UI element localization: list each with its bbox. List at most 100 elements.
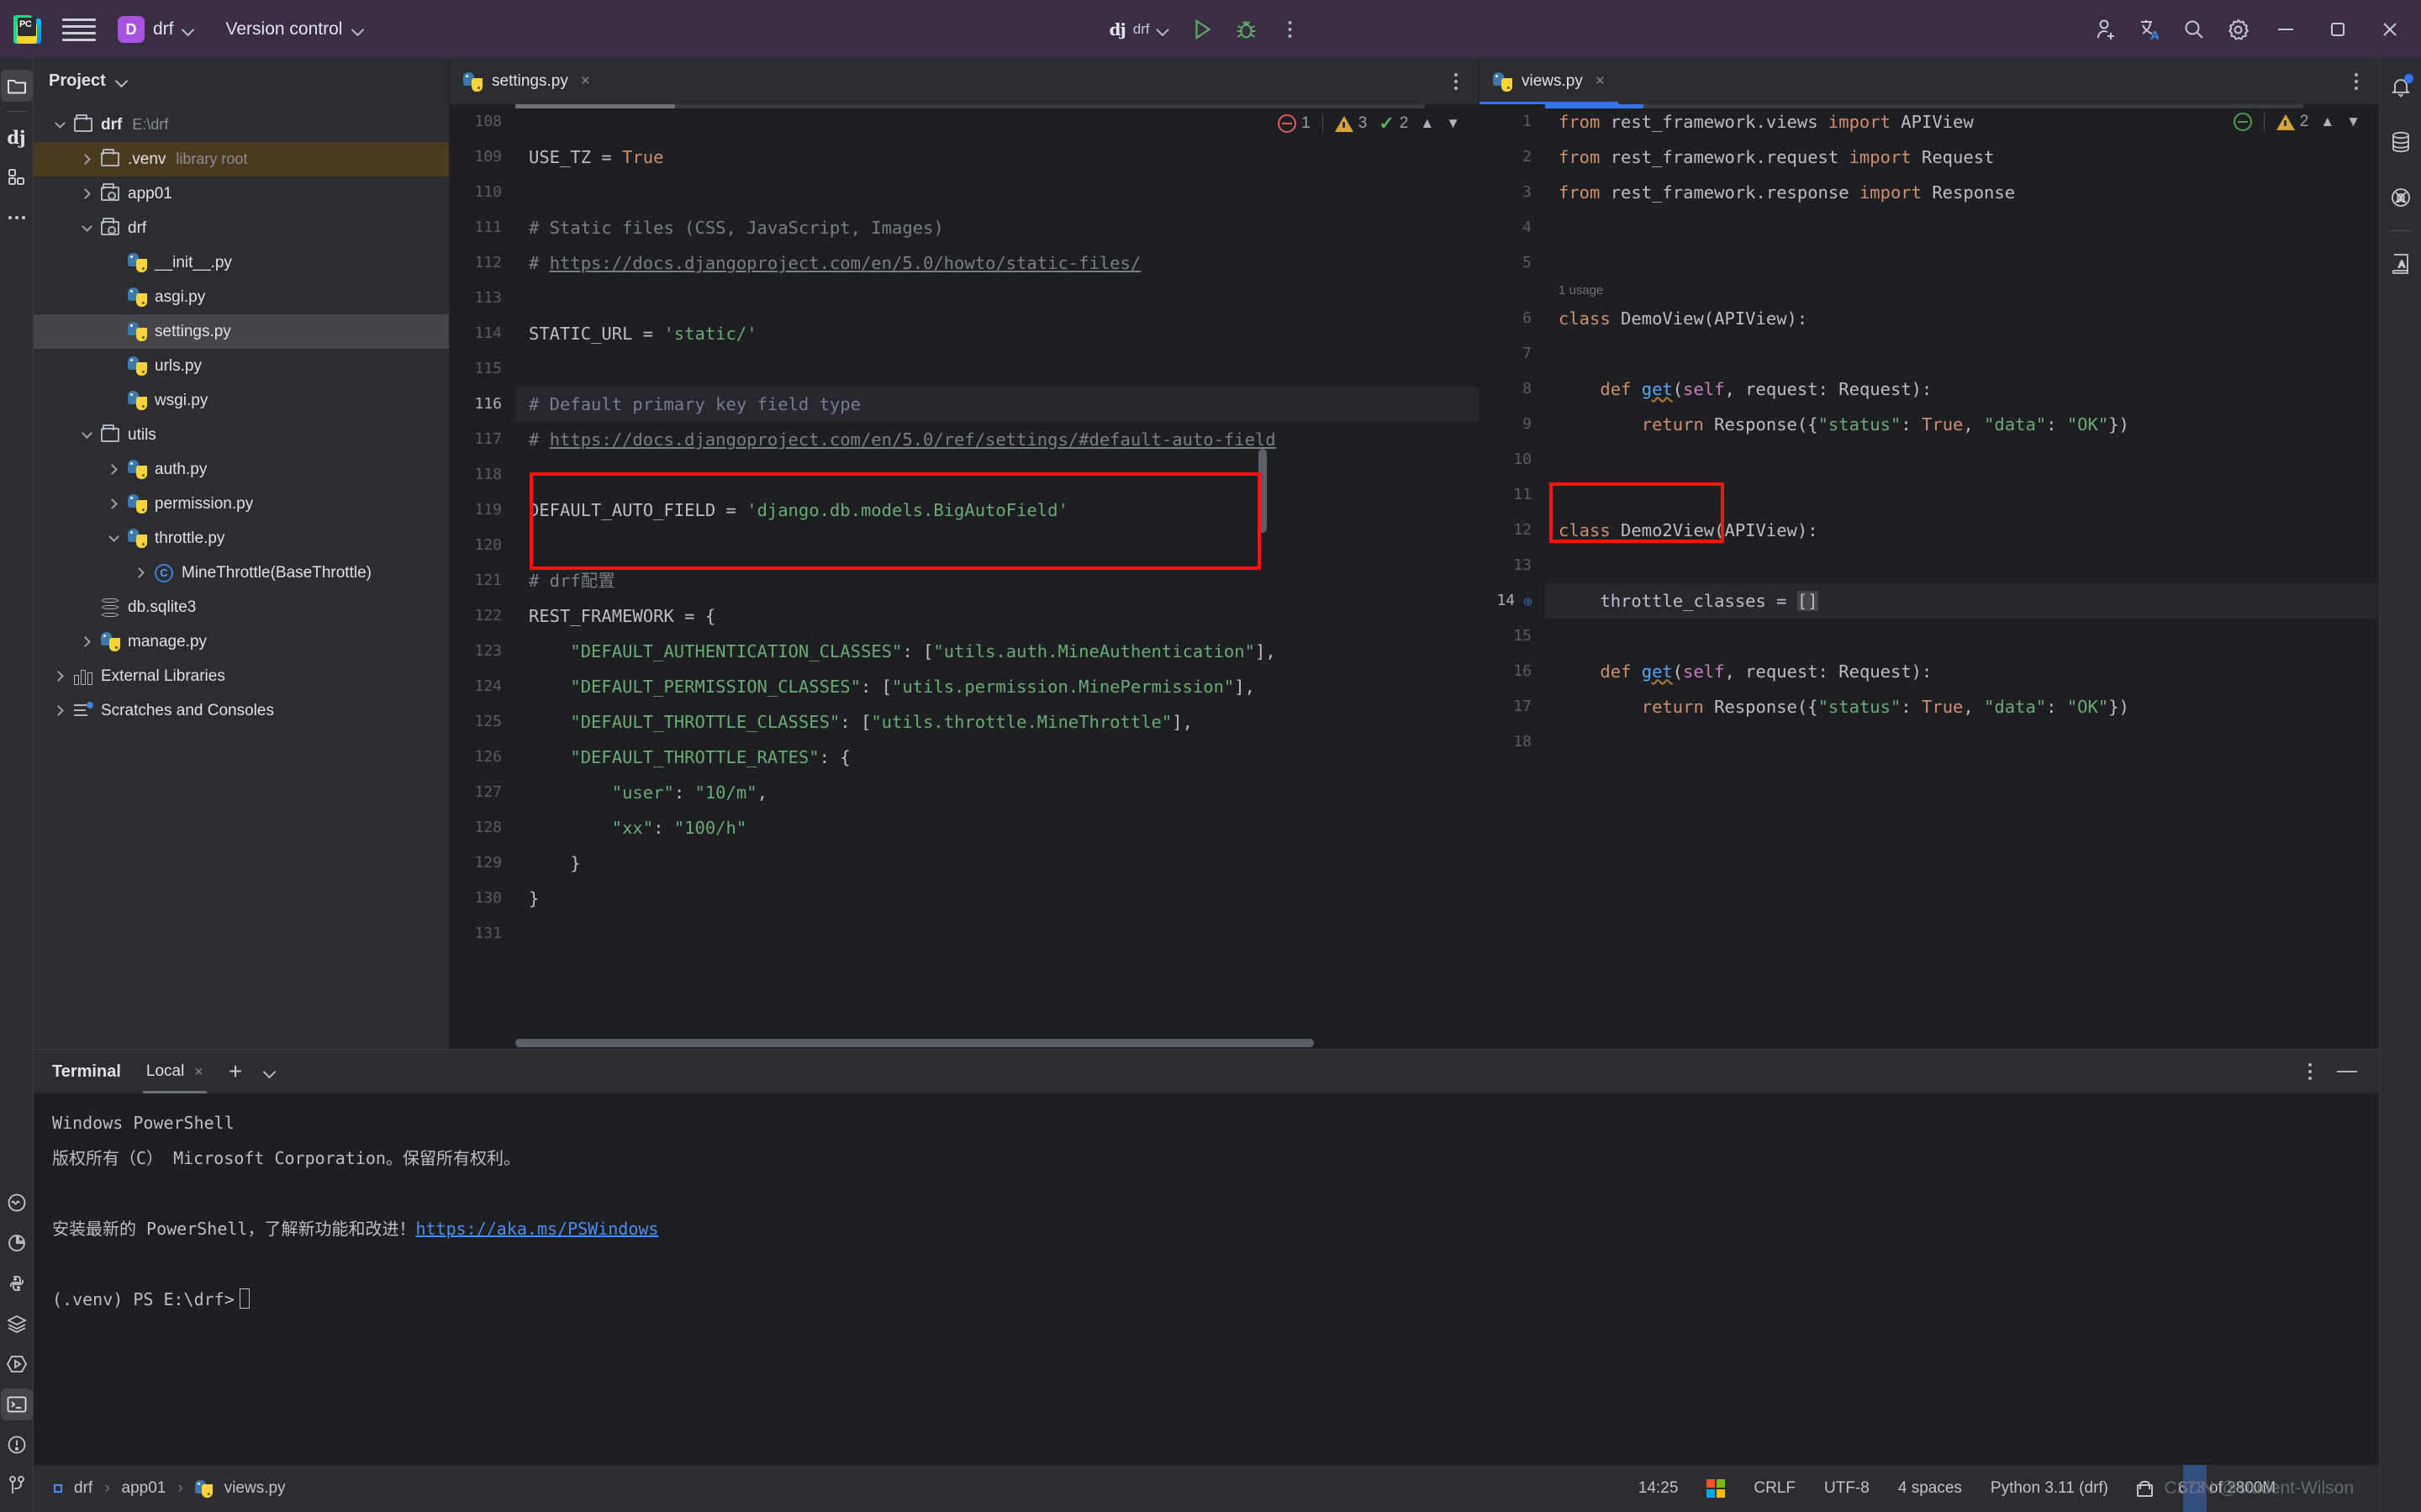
code-line[interactable]: class Demo2View(APIView): [1545, 513, 2379, 548]
line-number[interactable]: 128 [450, 810, 515, 846]
line-number[interactable]: 1 [1480, 104, 1545, 140]
more-options-icon[interactable] [1269, 8, 1312, 51]
line-number[interactable]: 110 [450, 175, 515, 210]
code-line[interactable]: throttle_classes = [] [1545, 583, 2379, 619]
code-line[interactable]: "xx": "100/h" [515, 810, 1479, 846]
debug-icon[interactable] [1225, 8, 1269, 51]
more-tool-windows-icon[interactable] [1, 202, 33, 234]
code-line[interactable]: USE_TZ = True [515, 140, 1479, 175]
line-number[interactable]: 111 [450, 210, 515, 245]
add-user-icon[interactable] [2085, 8, 2128, 51]
tree-item-manage-py[interactable]: manage.py [34, 624, 449, 659]
terminal-link[interactable]: https://aka.ms/PSWindows [415, 1219, 658, 1239]
project-folder-icon[interactable] [1, 70, 33, 102]
bookmark-icon[interactable]: ◎ [1524, 593, 1532, 608]
line-number[interactable]: 9 [1480, 407, 1545, 442]
line-number[interactable]: 116 [450, 387, 515, 422]
tree-item-drf[interactable]: drfE:\drf [34, 108, 449, 142]
next-problem-icon[interactable]: ▼ [1446, 115, 1460, 132]
tree-item-db-sqlite3[interactable]: db.sqlite3 [34, 590, 449, 624]
chevron-down-icon[interactable] [116, 75, 128, 87]
line-number[interactable]: 124 [450, 669, 515, 704]
line-number[interactable]: 125 [450, 704, 515, 740]
code-line[interactable]: REST_FRAMEWORK = { [515, 598, 1479, 634]
previous-problem-icon[interactable]: ▲ [1420, 115, 1434, 132]
line-number[interactable]: 114 [450, 316, 515, 351]
database-icon[interactable] [2385, 126, 2417, 158]
profiler-icon[interactable] [1, 1227, 33, 1259]
code-line[interactable]: # drf配置 [515, 563, 1479, 598]
line-number[interactable]: 6 [1480, 301, 1545, 336]
code-line[interactable] [1545, 724, 2379, 760]
chevron-down-icon[interactable] [76, 226, 98, 230]
tree-item--init-py[interactable]: __init__.py [34, 245, 449, 280]
line-number[interactable]: 15 [1480, 619, 1545, 654]
line-number[interactable]: 115 [450, 351, 515, 387]
translate-icon[interactable]: A [2128, 8, 2172, 51]
line-number[interactable]: 2 [1480, 140, 1545, 175]
line-number[interactable]: 120 [450, 528, 515, 563]
interpreter-label[interactable]: Python 3.11 (drf) [1991, 1479, 2108, 1498]
problems-alert-icon[interactable] [1, 1429, 33, 1461]
tree-item-utils[interactable]: utils [34, 418, 449, 452]
tab-views-py[interactable]: views.py × [1480, 59, 1618, 104]
line-number[interactable]: 126 [450, 740, 515, 775]
code-line[interactable]: # https://docs.djangoproject.com/en/5.0/… [515, 245, 1479, 281]
problems-icon[interactable] [1, 1187, 33, 1219]
line-number[interactable]: 130 [450, 881, 515, 916]
line-number[interactable]: 112 [450, 245, 515, 281]
minimize-terminal-icon[interactable] [2337, 1071, 2357, 1072]
indent-label[interactable]: 4 spaces [1898, 1479, 1962, 1498]
code-line[interactable]: class DemoView(APIView): [1545, 301, 2379, 336]
terminal-options-icon[interactable] [2308, 1063, 2312, 1080]
terminal-tab-local[interactable]: Local × [143, 1050, 207, 1093]
minimize-icon[interactable] [2260, 0, 2312, 59]
project-selector[interactable]: D drf [114, 13, 203, 46]
chevron-down-icon[interactable] [264, 1066, 276, 1077]
code-line[interactable] [1545, 477, 2379, 513]
tree-item-wsgi-py[interactable]: wsgi.py [34, 383, 449, 418]
documentation-icon[interactable]: A [2385, 248, 2417, 280]
line-number[interactable]: 3 [1480, 175, 1545, 210]
line-number[interactable]: 122 [450, 598, 515, 634]
code-line[interactable] [1545, 210, 2379, 245]
line-number[interactable]: 129 [450, 846, 515, 881]
python-packages-icon[interactable] [1, 1267, 33, 1299]
line-number[interactable]: 119 [450, 493, 515, 528]
line-number[interactable]: 4 [1480, 210, 1545, 245]
tree-item-scratches-and-consoles[interactable]: Scratches and Consoles [34, 693, 449, 728]
run-icon[interactable] [1181, 8, 1225, 51]
code-line[interactable]: DEFAULT_AUTO_FIELD = 'django.db.models.B… [515, 493, 1479, 528]
chevron-right-icon[interactable] [129, 569, 151, 577]
line-number[interactable]: 10 [1480, 442, 1545, 477]
version-control-menu[interactable]: Version control [226, 19, 365, 40]
line-number[interactable]: 11 [1480, 477, 1545, 513]
next-problem-icon[interactable]: ▼ [2346, 113, 2360, 130]
warning-indicator[interactable]: 2 [2276, 113, 2309, 131]
terminal-icon[interactable] [1, 1388, 33, 1420]
line-number[interactable]: 18 [1480, 724, 1545, 760]
code-line[interactable] [515, 351, 1479, 387]
django-icon[interactable]: dj [1, 121, 33, 153]
usage-hint[interactable]: 1 usage [1545, 281, 2379, 301]
warning-indicator[interactable]: 3 [1335, 114, 1368, 133]
editor-body-right[interactable]: 1234567891011121314 ◎15161718 from rest_… [1480, 104, 2379, 1049]
code-line[interactable]: # Default primary key field type [515, 387, 1479, 422]
project-tree[interactable]: drfE:\drf.venvlibrary rootapp01drf__init… [34, 103, 449, 1049]
code-line[interactable] [515, 457, 1479, 493]
code-line[interactable]: STATIC_URL = 'static/' [515, 316, 1479, 351]
breadcrumb-item-0[interactable]: drf [74, 1479, 92, 1498]
search-icon[interactable] [2172, 8, 2216, 51]
code-line[interactable]: } [515, 881, 1479, 916]
line-number[interactable]: 7 [1480, 336, 1545, 371]
code-line[interactable]: "DEFAULT_THROTTLE_RATES": { [515, 740, 1479, 775]
horizontal-scrollbar-left[interactable] [515, 1037, 1432, 1049]
tab-settings-py[interactable]: settings.py × [450, 59, 604, 104]
weak-warning-indicator[interactable]: ✓ 2 [1379, 113, 1408, 134]
code-line[interactable]: # Static files (CSS, JavaScript, Images) [515, 210, 1479, 245]
code-line[interactable] [1545, 548, 2379, 583]
line-number[interactable]: 13 [1480, 548, 1545, 583]
line-number[interactable]: 16 [1480, 654, 1545, 689]
settings-gear-icon[interactable] [2216, 8, 2260, 51]
error-indicator[interactable]: 1 [1278, 114, 1311, 133]
